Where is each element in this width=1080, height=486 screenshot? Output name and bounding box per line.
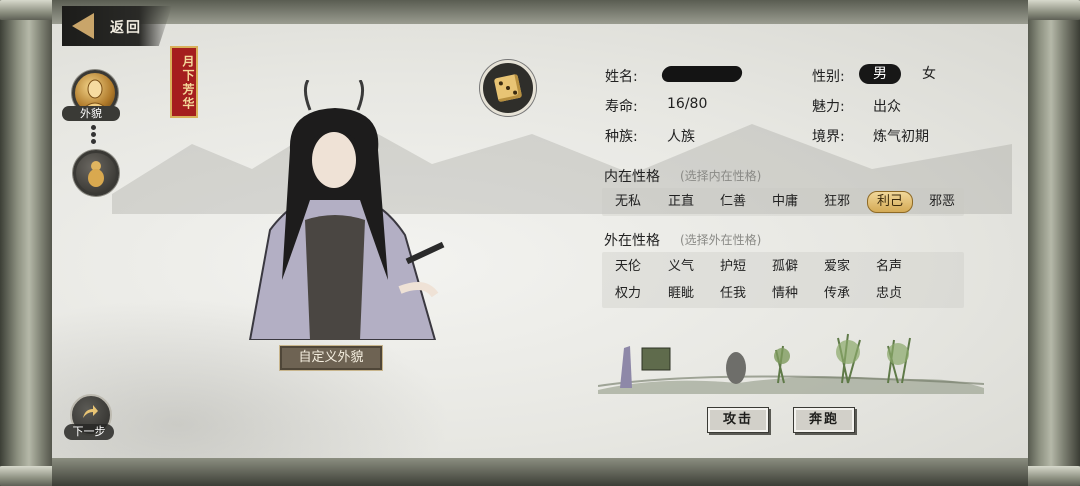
scroll-top-band (52, 0, 1028, 24)
inner-option-kuangxie[interactable]: 狂邪 (815, 192, 859, 212)
outer-personality-title: 外在性格 (604, 233, 660, 249)
inner-option-wusi[interactable]: 无私 (606, 192, 650, 212)
inner-option-renshan[interactable]: 仁善 (711, 192, 755, 212)
gender-option-male[interactable]: 男 (859, 64, 901, 84)
attack-button[interactable]: 攻击 (707, 407, 769, 433)
next-step-label: 下一步 (64, 424, 114, 440)
lifespan-value: 16/80 (667, 96, 708, 112)
tab-dots (91, 125, 96, 146)
outer-option[interactable]: 义气 (659, 257, 703, 277)
randomize-dice-button[interactable] (480, 60, 536, 116)
inner-personality-title: 内在性格 (604, 169, 660, 185)
gender-option-female[interactable]: 女 (908, 64, 950, 84)
character-portrait (248, 80, 445, 340)
inner-option-zhongyong[interactable]: 中庸 (763, 192, 807, 212)
scroll-bottom-band (52, 458, 1028, 486)
inner-option-liji-selected[interactable]: 利己 (867, 191, 913, 213)
realm-value: 炼气初期 (873, 129, 929, 145)
outer-option[interactable]: 权力 (606, 284, 650, 304)
scene-preview (598, 333, 984, 394)
back-button[interactable]: 返回 (62, 6, 172, 46)
charm-label: 魅力: (812, 99, 845, 115)
inner-option-xiee[interactable]: 邪恶 (920, 192, 964, 212)
title-banner: 月下芳华 (170, 46, 198, 118)
realm-label: 境界: (812, 129, 845, 145)
gourd-tab-button[interactable] (73, 150, 119, 196)
back-label: 返回 (110, 20, 142, 36)
charm-value: 出众 (873, 99, 901, 115)
custom-appearance-button[interactable]: 自定义外貌 (279, 345, 383, 371)
back-arrow-icon (72, 13, 94, 39)
outer-option[interactable]: 天伦 (606, 257, 650, 277)
outer-option[interactable]: 爱家 (815, 257, 859, 277)
inner-option-zhengzhi[interactable]: 正直 (659, 192, 703, 212)
outer-option[interactable]: 传承 (815, 284, 859, 304)
race-value: 人族 (667, 129, 695, 145)
outer-option[interactable]: 名声 (867, 257, 911, 277)
name-label: 姓名: (605, 69, 638, 85)
dice-icon (493, 73, 523, 103)
inner-personality-hint: (选择内在性格) (680, 169, 762, 183)
gender-label: 性别: (812, 69, 845, 85)
next-arrow-icon (83, 405, 98, 418)
outer-option[interactable]: 任我 (711, 284, 755, 304)
outer-option[interactable]: 睚眦 (659, 284, 703, 304)
outer-personality-hint: (选择外在性格) (680, 233, 762, 247)
outer-option[interactable]: 孤僻 (763, 257, 807, 277)
flee-button[interactable]: 奔跑 (793, 407, 855, 433)
outer-option[interactable]: 情种 (763, 284, 807, 304)
outer-option[interactable]: 忠贞 (867, 284, 911, 304)
gourd-icon (88, 161, 104, 187)
scroll-rod-right (1020, 0, 1080, 486)
outer-option[interactable]: 护短 (711, 257, 755, 277)
race-label: 种族: (605, 129, 638, 145)
name-input[interactable] (660, 66, 744, 82)
scroll-rod-left (0, 0, 60, 486)
lifespan-label: 寿命: (605, 99, 638, 115)
appearance-tab-label: 外貌 (62, 106, 120, 121)
